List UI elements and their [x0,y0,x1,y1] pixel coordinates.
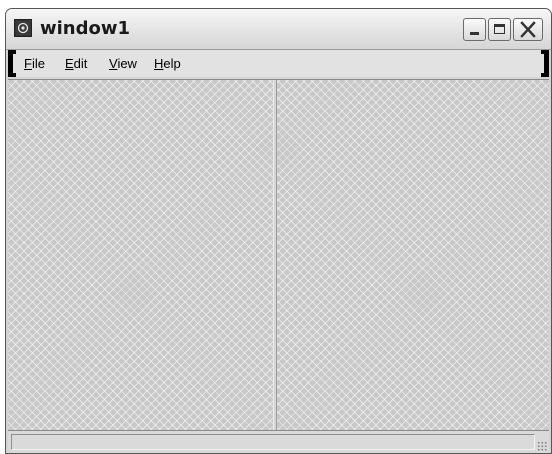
menu-file-label: ile [31,56,45,71]
status-text [11,434,535,450]
left-pane[interactable] [8,80,273,431]
menu-edit-label: dit [73,56,88,71]
menu-bar: File Edit View Help [8,50,549,77]
menu-view[interactable]: View [109,56,137,71]
close-button[interactable] [513,18,543,41]
menu-file[interactable]: File [24,56,45,71]
menu-help[interactable]: Help [154,56,181,71]
title-bar[interactable]: window1 [6,9,551,50]
menu-help-label: elp [163,56,181,71]
menu-edit[interactable]: Edit [65,56,87,71]
maximize-button[interactable] [488,18,511,41]
window-title: window1 [40,18,131,39]
main-content-area [8,79,549,431]
status-bar [8,430,549,453]
minimize-button[interactable] [463,18,486,41]
right-pane[interactable] [277,80,549,431]
app-window-icon[interactable] [14,19,32,37]
application-window: window1 File Edit View Help [5,8,552,454]
menu-view-label: iew [117,56,137,71]
resize-grip-icon[interactable] [537,441,547,451]
close-icon [520,21,536,38]
